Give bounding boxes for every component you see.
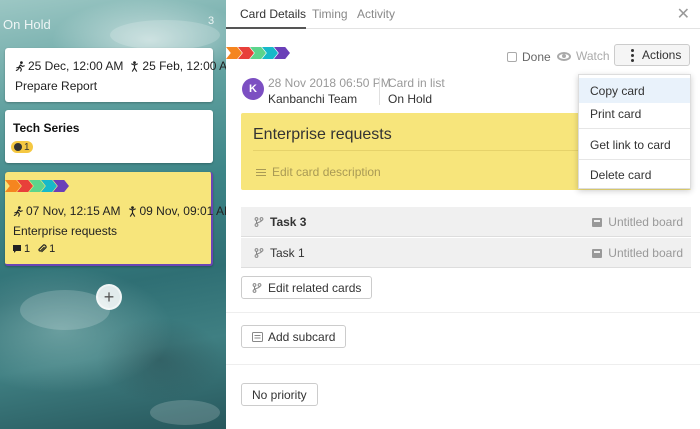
background-decoration — [110, 20, 220, 50]
attachment-icon — [38, 244, 47, 253]
branch-icon — [254, 216, 264, 227]
done-checkbox[interactable]: Done — [507, 50, 551, 64]
actions-button[interactable]: Actions — [614, 44, 690, 66]
tab-activity[interactable]: Activity — [357, 7, 395, 21]
divider — [379, 77, 380, 105]
divider — [226, 312, 700, 313]
column-title: On Hold — [3, 17, 51, 32]
avatar: K — [242, 78, 264, 100]
subcard-board: Untitled board — [592, 246, 683, 260]
list-value[interactable]: On Hold — [388, 92, 432, 106]
tab-card-details[interactable]: Card Details — [240, 7, 306, 21]
kebab-icon — [631, 48, 634, 62]
subcard-icon — [252, 331, 263, 342]
actions-menu: Copy card Print card Get link to card De… — [578, 74, 691, 189]
active-tab-indicator — [226, 27, 306, 29]
due-date-icon — [131, 60, 139, 72]
background-decoration — [150, 400, 220, 425]
start-date-icon — [15, 60, 25, 72]
card-color-tags — [5, 180, 69, 192]
board-card[interactable]: 25 Dec, 12:00 AM 25 Feb, 12:00 AM Prepar… — [5, 48, 226, 102]
tab-timing[interactable]: Timing — [312, 7, 348, 21]
column-card-count: 3 — [208, 15, 215, 27]
card-badge: 1 — [11, 141, 33, 153]
menu-divider — [579, 128, 690, 129]
menu-item-print-card[interactable]: Print card — [579, 101, 690, 126]
card-dates: 25 Dec, 12:00 AM 25 Feb, 12:00 AM — [15, 59, 226, 73]
due-date: 09 Nov, 09:01 AM — [127, 204, 226, 218]
add-card-button[interactable]: + — [96, 284, 122, 310]
start-date: 25 Dec, 12:00 AM — [15, 59, 123, 73]
subcard-board: Untitled board — [592, 215, 683, 229]
add-subcard-button[interactable]: Add subcard — [241, 325, 347, 348]
checkbox-icon[interactable] — [507, 52, 517, 62]
menu-item-copy-card[interactable]: Copy card — [579, 78, 690, 103]
start-date: 07 Nov, 12:15 AM — [13, 204, 121, 218]
menu-item-get-link[interactable]: Get link to card — [579, 132, 690, 157]
close-icon[interactable]: ✕ — [677, 4, 690, 24]
card-name[interactable]: Enterprise requests — [253, 126, 392, 144]
list-label: Card in list — [388, 76, 445, 90]
subcard-row[interactable]: Task 1 Untitled board — [241, 238, 691, 268]
description-field[interactable]: Edit card description — [256, 165, 381, 179]
branch-icon — [252, 282, 262, 293]
board-card-selected[interactable]: 07 Nov, 12:15 AM 09 Nov, 09:01 AM Enterp… — [5, 172, 226, 266]
card-details-panel: Card Details Timing Activity ✕ Done Watc… — [226, 0, 700, 429]
author-name: Kanbanchi Team — [268, 92, 358, 106]
branch-icon — [254, 247, 264, 258]
edit-related-cards-button[interactable]: Edit related cards — [241, 276, 373, 299]
divider — [226, 364, 700, 365]
eye-icon — [557, 51, 571, 61]
card-title: Enterprise requests — [13, 224, 118, 238]
subcard-row[interactable]: Task 3 Untitled board — [241, 207, 691, 237]
coin-icon — [14, 143, 22, 151]
card-title: Tech Series — [13, 121, 80, 135]
watch-button[interactable]: Watch — [557, 49, 610, 63]
board-column: On Hold 3 25 Dec, 12:00 AM 25 Feb, 12:00… — [0, 0, 226, 429]
card-title: Prepare Report — [15, 79, 98, 93]
due-date-icon — [128, 205, 136, 217]
subcard-name: Task 3 — [270, 214, 307, 229]
menu-item-delete-card[interactable]: Delete card — [579, 162, 690, 187]
comment-icon — [13, 245, 21, 253]
menu-divider — [579, 159, 690, 160]
priority-button[interactable]: No priority — [241, 383, 318, 406]
card-color-tags[interactable] — [226, 47, 290, 59]
start-date-icon — [13, 205, 23, 217]
board-icon — [592, 248, 603, 258]
description-icon — [256, 168, 266, 176]
panel-tabs: Card Details Timing Activity ✕ — [226, 0, 700, 29]
subcard-name: Task 1 — [270, 245, 305, 260]
card-counters: 1 1 — [12, 243, 55, 255]
card-dates: 07 Nov, 12:15 AM 09 Nov, 09:01 AM — [13, 204, 226, 218]
due-date: 25 Feb, 12:00 AM — [129, 59, 226, 73]
board-icon — [592, 217, 603, 227]
created-time: 28 Nov 2018 06:50 PM — [268, 76, 391, 90]
board-card[interactable]: Tech Series 1 — [5, 110, 213, 163]
